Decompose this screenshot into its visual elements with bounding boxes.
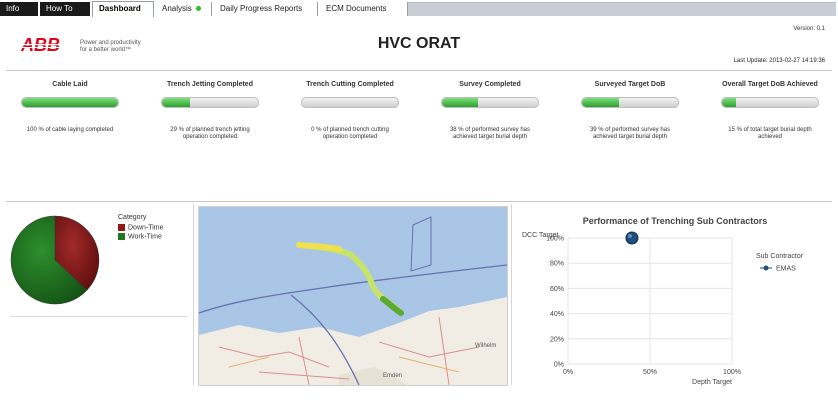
kpi-cable-laid: Cable Laid 100 % of cable laying complet… — [12, 81, 128, 134]
kpi-description: 0 % of planned trench cutting operation … — [311, 127, 389, 140]
progress-fill — [162, 98, 190, 107]
tab-ecm-documents[interactable]: ECM Documents — [320, 2, 408, 16]
legend-series-label: EMAS — [776, 266, 796, 273]
kpi-description: 38 % of performed survey has achieved ta… — [449, 127, 531, 140]
y-tick-label: 20% — [550, 336, 564, 343]
y-tick-label: 40% — [550, 311, 564, 318]
legend-item-work-time: Work-Time — [118, 233, 162, 240]
x-tick-label: 100% — [723, 369, 741, 376]
map-label: Emden — [383, 373, 402, 379]
scatter-point — [625, 231, 639, 245]
pie-legend-title: Category — [118, 214, 147, 221]
tab-bar: Info How To Dashboard Analysis Daily Pro… — [0, 0, 838, 17]
y-tick-label: 80% — [550, 261, 564, 268]
tab-label: Info — [6, 4, 20, 13]
legend-label: Work-Time — [128, 233, 162, 241]
tab-label: Dashboard — [99, 4, 141, 13]
kpi-surveyed-target-dob: Surveyed Target DoB 39 % of performed su… — [572, 81, 688, 141]
tab-analysis[interactable]: Analysis — [156, 2, 212, 16]
chart-legend-title: Sub Contractor — [756, 253, 804, 260]
tab-info[interactable]: Info — [0, 2, 38, 16]
legend-marker — [763, 265, 769, 271]
page-title: HVC ORAT — [377, 35, 461, 52]
kpi-label: Cable Laid — [52, 81, 88, 88]
kpi-label: Trench Cutting Completed — [306, 81, 394, 88]
x-tick-label: 50% — [643, 369, 657, 376]
tab-label: Daily Progress Reports — [220, 4, 303, 13]
kpi-label: Surveyed Target DoB — [594, 81, 666, 88]
legend-swatch — [118, 224, 125, 231]
progress-bar — [721, 97, 819, 108]
tab-label: ECM Documents — [326, 4, 387, 13]
tab-dashboard[interactable]: Dashboard — [92, 1, 154, 17]
tab-strip-background — [408, 2, 836, 16]
tab-label: Analysis — [162, 4, 192, 13]
kpi-survey-completed: Survey Completed 38 % of performed surve… — [432, 81, 548, 141]
y-axis-label: DCC Target — [522, 232, 558, 239]
tab-how-to[interactable]: How To — [40, 2, 90, 16]
progress-fill — [22, 98, 118, 107]
progress-fill — [582, 98, 620, 107]
legend-item-down-time: Down-Time — [118, 224, 164, 231]
tab-daily-progress-reports[interactable]: Daily Progress Reports — [214, 2, 318, 16]
x-axis-label: Depth Target — [692, 379, 732, 386]
status-dot-icon — [195, 6, 201, 12]
map-label: Wilhelm — [475, 343, 496, 349]
progress-fill — [442, 98, 479, 107]
kpi-trench-cutting: Trench Cutting Completed 0 % of planned … — [292, 81, 408, 141]
kpi-description: 15 % of total target burial depth achiev… — [728, 127, 812, 140]
kpi-description: 29 % of planned trench jetting operation… — [170, 127, 250, 140]
cable-route-map[interactable]: Wilhelm Emden — [198, 206, 508, 386]
tab-label: How To — [46, 4, 73, 13]
version-text: Version: 0.1 — [793, 26, 825, 32]
kpi-description: 39 % of performed survey has achieved ta… — [589, 127, 671, 140]
legend-label: Down-Time — [128, 224, 164, 232]
kpi-label: Overall Target DoB Achieved — [722, 81, 818, 88]
divider — [6, 70, 832, 71]
progress-bar — [581, 97, 679, 108]
map-canvas: Wilhelm Emden — [199, 207, 507, 385]
kpi-description: 100 % of cable laying completed — [26, 127, 114, 133]
progress-bar — [301, 97, 399, 108]
legend-swatch — [118, 233, 125, 240]
progress-bar — [161, 97, 259, 108]
divider — [193, 204, 194, 385]
progress-fill — [722, 98, 737, 107]
kpi-label: Survey Completed — [459, 81, 521, 88]
divider — [10, 316, 188, 317]
progress-bar — [441, 97, 539, 108]
last-update-text: Last Update: 2013-02-27 14:19:36 — [733, 58, 825, 64]
y-tick-label: 60% — [550, 286, 564, 293]
chart-title: Performance of Trenching Sub Contractors — [582, 216, 768, 226]
x-tick-label: 0% — [563, 369, 573, 376]
kpi-trench-jetting: Trench Jetting Completed 29 % of planned… — [152, 81, 268, 141]
scatter-point-highlight — [627, 234, 632, 238]
divider — [6, 201, 832, 202]
kpi-label: Trench Jetting Completed — [167, 81, 253, 88]
y-tick-label: 0% — [554, 362, 564, 369]
cable-route-segment — [296, 242, 342, 252]
performance-scatter-chart: 0%20%40%60%80%100%0% 50% 100%DCC TargetDep… — [522, 231, 804, 386]
kpi-overall-target-dob: Overall Target DoB Achieved 15 % of tota… — [712, 81, 828, 141]
progress-bar — [21, 97, 119, 108]
